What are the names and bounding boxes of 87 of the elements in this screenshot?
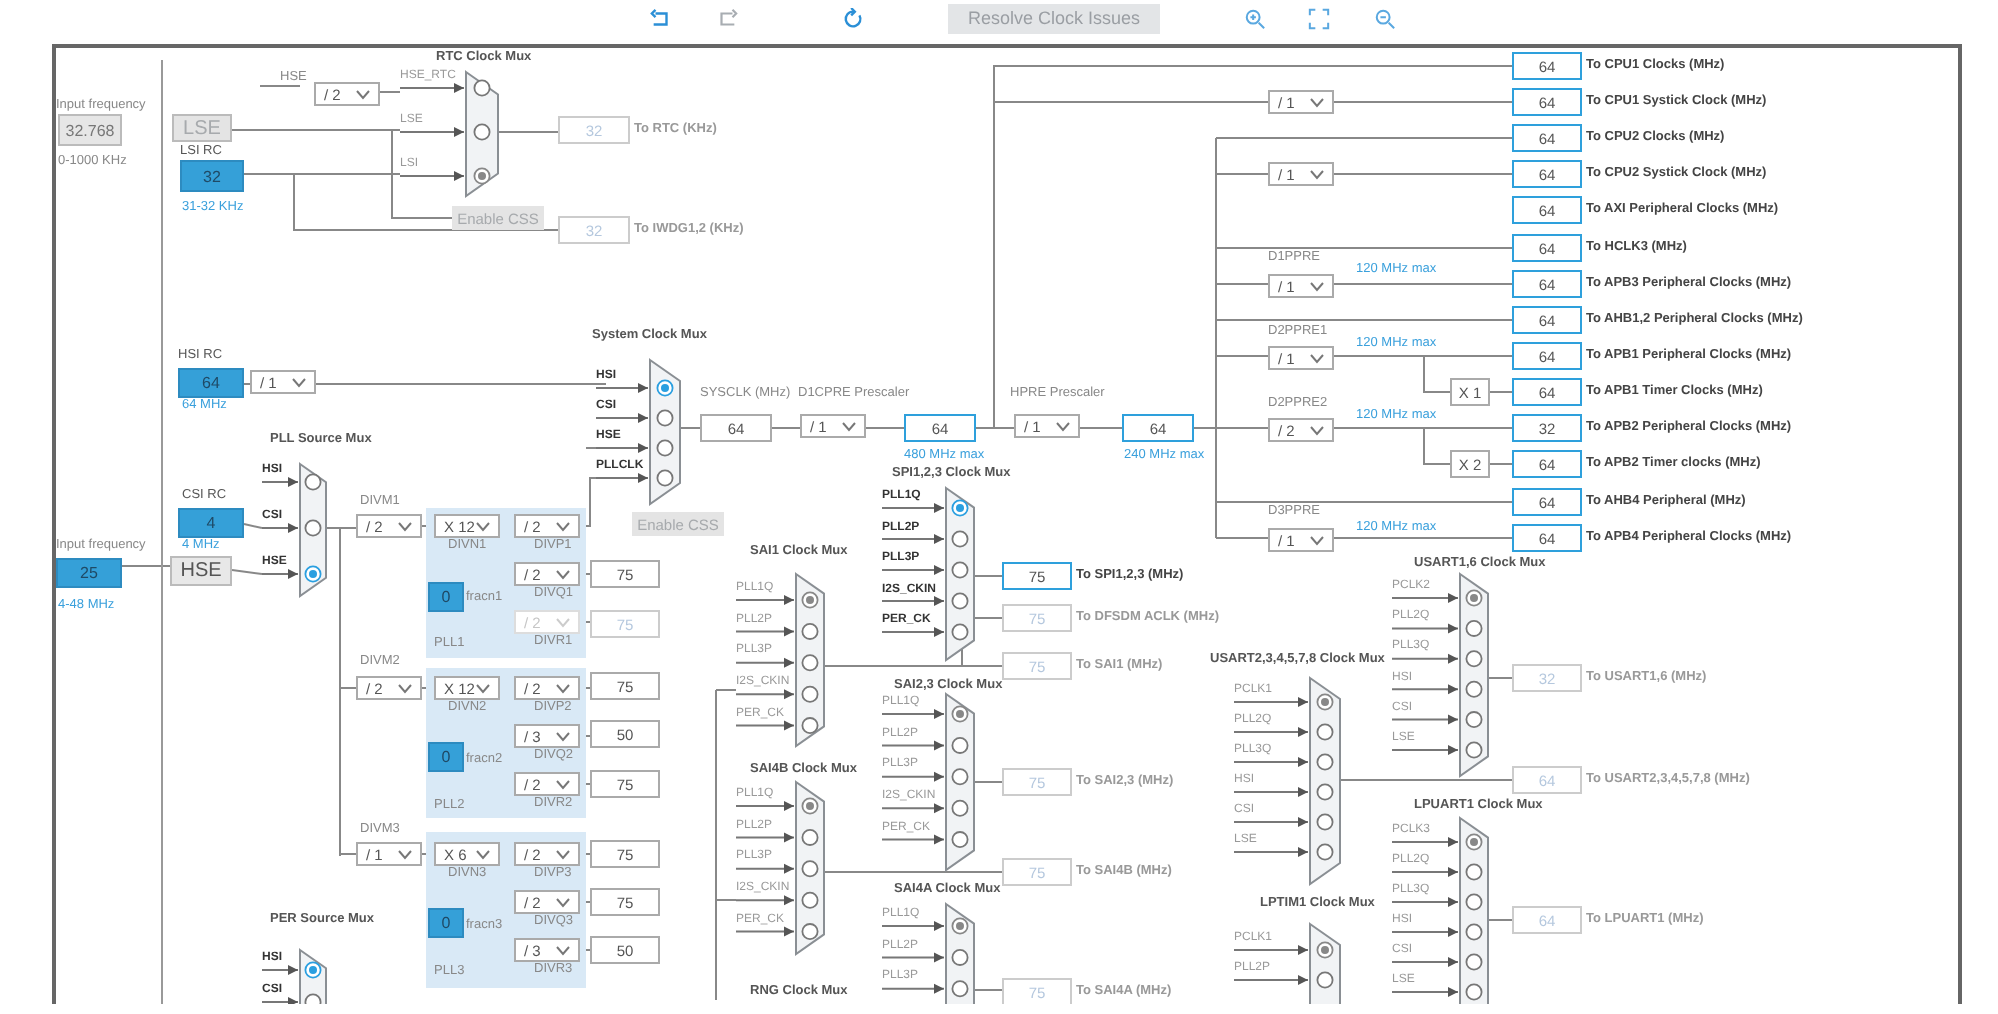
radio-button[interactable] bbox=[1316, 843, 1334, 861]
chevron-down-icon bbox=[1310, 535, 1324, 545]
radio-button[interactable] bbox=[801, 622, 819, 640]
chevron-down-icon bbox=[1310, 353, 1324, 363]
chevron-down-icon bbox=[398, 521, 412, 531]
radio-button[interactable] bbox=[801, 860, 819, 878]
chevron-down-icon bbox=[1056, 421, 1070, 431]
radio-button[interactable] bbox=[1316, 753, 1334, 771]
chevron-down-icon bbox=[556, 945, 570, 955]
chevron-down-icon bbox=[556, 779, 570, 789]
radio-button[interactable] bbox=[951, 799, 969, 817]
chevron-down-icon bbox=[556, 521, 570, 531]
radio-button[interactable] bbox=[304, 961, 322, 979]
radio-button[interactable] bbox=[1465, 953, 1483, 971]
radio-button[interactable] bbox=[801, 591, 819, 609]
radio-button[interactable] bbox=[951, 831, 969, 849]
chevron-down-icon bbox=[1310, 281, 1324, 291]
radio-button[interactable] bbox=[1465, 863, 1483, 881]
radio-button[interactable] bbox=[656, 379, 674, 397]
chevron-down-icon bbox=[842, 421, 856, 431]
redo-icon[interactable] bbox=[716, 7, 738, 29]
radio-button[interactable] bbox=[951, 499, 969, 517]
radio-button[interactable] bbox=[801, 891, 819, 909]
fit-screen-icon[interactable] bbox=[1308, 7, 1331, 29]
radio-button[interactable] bbox=[304, 519, 322, 537]
radio-button[interactable] bbox=[951, 768, 969, 786]
radio-button[interactable] bbox=[304, 565, 322, 583]
chevron-down-icon bbox=[398, 683, 412, 693]
chevron-down-icon bbox=[556, 569, 570, 579]
chevron-down-icon bbox=[556, 683, 570, 693]
radio-button[interactable] bbox=[656, 409, 674, 427]
radio-button[interactable] bbox=[656, 439, 674, 457]
radio-button[interactable] bbox=[1465, 741, 1483, 759]
radio-button[interactable] bbox=[801, 685, 819, 703]
radio-button[interactable] bbox=[801, 797, 819, 815]
zoom-in-icon[interactable] bbox=[1244, 7, 1267, 29]
radio-button[interactable] bbox=[801, 717, 819, 735]
chevron-down-icon bbox=[556, 617, 570, 627]
zoom-out-icon[interactable] bbox=[1374, 7, 1397, 29]
radio-button[interactable] bbox=[1465, 893, 1483, 911]
radio-button[interactable] bbox=[951, 948, 969, 966]
chevron-down-icon bbox=[556, 897, 570, 907]
chevron-down-icon bbox=[556, 849, 570, 859]
radio-button[interactable] bbox=[473, 167, 491, 185]
radio-button[interactable] bbox=[951, 623, 969, 641]
chevron-down-icon bbox=[356, 89, 370, 99]
radio-button[interactable] bbox=[951, 705, 969, 723]
chevron-down-icon bbox=[476, 849, 490, 859]
radio-button[interactable] bbox=[1316, 813, 1334, 831]
radio-button[interactable] bbox=[304, 993, 322, 1004]
radio-button[interactable] bbox=[951, 530, 969, 548]
radio-button[interactable] bbox=[801, 828, 819, 846]
chevron-down-icon bbox=[476, 683, 490, 693]
chevron-down-icon bbox=[1310, 169, 1324, 179]
radio-button[interactable] bbox=[801, 923, 819, 941]
radio-button[interactable] bbox=[1316, 693, 1334, 711]
radio-button[interactable] bbox=[1465, 619, 1483, 637]
chevron-down-icon bbox=[1310, 97, 1324, 107]
radio-button[interactable] bbox=[951, 592, 969, 610]
radio-button[interactable] bbox=[473, 79, 491, 97]
radio-button[interactable] bbox=[951, 980, 969, 998]
radio-button[interactable] bbox=[1465, 923, 1483, 941]
radio-button[interactable] bbox=[801, 654, 819, 672]
radio-button[interactable] bbox=[473, 123, 491, 141]
radio-button[interactable] bbox=[951, 736, 969, 754]
radio-button[interactable] bbox=[951, 917, 969, 935]
radio-button[interactable] bbox=[304, 473, 322, 491]
radio-button[interactable] bbox=[1465, 650, 1483, 668]
chevron-down-icon bbox=[476, 521, 490, 531]
chevron-down-icon bbox=[1310, 425, 1324, 435]
radio-button[interactable] bbox=[656, 469, 674, 487]
radio-button[interactable] bbox=[1465, 680, 1483, 698]
radio-button[interactable] bbox=[1465, 983, 1483, 1001]
radio-button[interactable] bbox=[1316, 783, 1334, 801]
radio-button[interactable] bbox=[1316, 723, 1334, 741]
radio-button[interactable] bbox=[1465, 589, 1483, 607]
reset-icon[interactable] bbox=[842, 7, 864, 29]
chevron-down-icon bbox=[398, 849, 412, 859]
radio-button[interactable] bbox=[951, 561, 969, 579]
chevron-down-icon bbox=[556, 731, 570, 741]
chevron-down-icon bbox=[292, 377, 306, 387]
radio-button[interactable] bbox=[1465, 711, 1483, 729]
radio-button[interactable] bbox=[1316, 971, 1334, 989]
radio-button[interactable] bbox=[1465, 833, 1483, 851]
radio-button[interactable] bbox=[1316, 941, 1334, 959]
oscillator-button[interactable]: HSE bbox=[170, 556, 232, 586]
undo-icon[interactable] bbox=[650, 7, 672, 29]
